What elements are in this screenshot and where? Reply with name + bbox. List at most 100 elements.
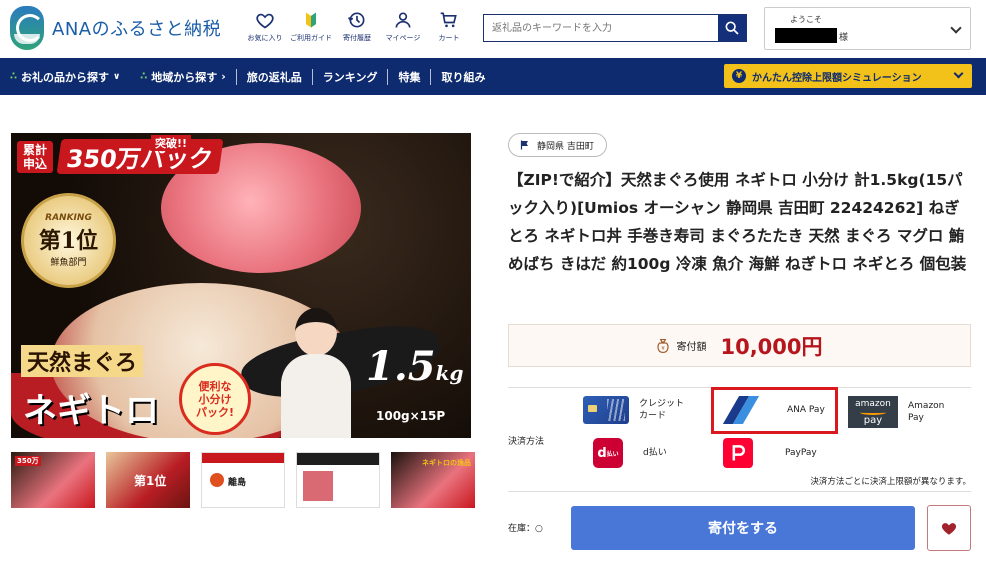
chevron-down-icon: ∨ — [112, 71, 121, 82]
svg-text:¥: ¥ — [662, 346, 666, 352]
heart-icon — [941, 523, 957, 535]
location-text: 静岡県 吉田町 — [537, 141, 594, 152]
history-icon — [347, 12, 365, 28]
ranking-badge: RANKING 第1位 鮮魚部門 — [21, 193, 116, 288]
credit-card-icon — [583, 396, 629, 424]
history-link[interactable]: 寄付履歴 — [334, 10, 380, 43]
natural-tuna-label: 天然まぐろ — [21, 345, 144, 377]
convenient-pack-badge: 便利な 小分け パック! — [179, 363, 251, 435]
mypage-link[interactable]: マイページ — [380, 10, 426, 43]
paypay-icon — [723, 438, 753, 468]
thumbnail-strip: 350万 第1位 離島 ネギトロの逸品 — [11, 452, 475, 508]
amazon-pay-wordmark: amazon — [855, 398, 891, 409]
payment-name: Amazon Pay — [908, 401, 945, 423]
nav-divider — [430, 68, 432, 85]
payment-ana-pay[interactable]: ANA Pay — [722, 395, 825, 425]
search-bar — [483, 14, 747, 42]
nav-label: 地域から探す — [151, 70, 218, 84]
header-icons: お気に入り ご利用ガイド 寄付履歴 マイページ カート — [242, 10, 472, 43]
search-input[interactable] — [484, 15, 718, 41]
location-badge[interactable]: 静岡県 吉田町 — [508, 133, 607, 157]
username-redacted — [775, 28, 837, 43]
site-logo[interactable]: ANAのふるさと納税 — [10, 6, 221, 50]
payment-methods: 決済方法 クレジット カード ANA Pay amazon pay Amazon… — [508, 387, 971, 492]
person-body — [281, 354, 351, 438]
header: ANAのふるさと納税 お気に入り ご利用ガイド 寄付履歴 マイページ カート 返… — [0, 0, 986, 58]
donation-amount-box: ¥ 寄付額 10,000円 — [508, 324, 971, 367]
search-icon — [725, 21, 739, 35]
nav-browse-by-gift[interactable]: ∴ お礼の品から探す ∨ — [0, 58, 130, 95]
thumbnail-label: 350万 — [15, 456, 41, 466]
nav-travel[interactable]: 旅の返礼品 — [237, 58, 312, 95]
chevron-down-icon — [950, 22, 962, 34]
payment-credit-card[interactable]: クレジット カード — [583, 396, 684, 424]
payment-label: 決済方法 — [508, 437, 545, 447]
guide-icon — [306, 12, 316, 28]
product-title: 【ZIP!で紹介】天然まぐろ使用 ネギトロ 小分け 計1.5kg(15パック入り… — [508, 171, 967, 273]
weight-label: 1.5kg — [366, 343, 463, 390]
search-button[interactable] — [718, 15, 746, 41]
category-dots-icon: ∴ — [10, 71, 17, 82]
thumbnail[interactable]: 350万 — [11, 452, 95, 508]
cart-link[interactable]: カート — [426, 10, 472, 43]
payment-name: d払い — [643, 448, 667, 458]
thumbnail[interactable] — [296, 452, 380, 508]
payment-d-pay[interactable]: d 払い d払い — [593, 438, 667, 468]
yen-icon: ¥ — [732, 69, 746, 83]
nav-label: 取り組み — [441, 70, 486, 84]
add-favorite-button[interactable] — [927, 505, 971, 551]
mypage-label: マイページ — [385, 34, 421, 42]
product-main-image[interactable]: 累計 申込 350万パック 突破!! RANKING 第1位 鮮魚部門 天然まぐ… — [11, 133, 471, 438]
stock-label: 在庫： — [508, 524, 536, 534]
chevron-right-icon: › — [221, 70, 226, 83]
ranking-rank: 第1位 — [38, 228, 99, 254]
nav-features[interactable]: 特集 — [388, 58, 430, 95]
ranking-category: 鮮魚部門 — [50, 258, 87, 268]
d-pay-icon: d 払い — [593, 438, 623, 468]
person-head — [295, 308, 337, 356]
category-dots-icon: ∴ — [140, 71, 148, 82]
thumbnail[interactable]: 第1位 — [106, 452, 190, 508]
payment-amazon-pay[interactable]: amazon pay Amazon Pay — [848, 396, 944, 428]
nav-ranking[interactable]: ランキング — [313, 58, 388, 95]
logo-mark-icon — [10, 6, 44, 50]
donation-label: 寄付額 — [676, 342, 707, 353]
user-icon — [395, 12, 411, 28]
payment-paypay[interactable]: PayPay — [723, 438, 817, 468]
nav-initiatives[interactable]: 取り組み — [431, 58, 495, 95]
stock-status: 在庫：○ — [508, 521, 543, 534]
banner-tag: 突破!! — [151, 135, 192, 151]
thumbnail-header-bar — [202, 453, 284, 463]
thumbnail-photo — [303, 471, 333, 501]
honorific-text: 様 — [839, 33, 849, 43]
logo-text: ANAのふるさと納税 — [52, 19, 222, 40]
main-nav: ∴ お礼の品から探す ∨ ∴ 地域から探す › 旅の返礼品 ランキング 特集 取… — [0, 58, 986, 95]
welcome-text: ようこそ — [790, 15, 822, 24]
favorites-link[interactable]: お気に入り — [242, 10, 288, 43]
stock-value: ○ — [535, 524, 543, 534]
thumbnail[interactable]: ネギトロの逸品 — [391, 452, 475, 508]
guide-label: ご利用ガイド — [290, 34, 332, 42]
model-person — [281, 308, 351, 438]
cumulative-label: 累計 申込 — [17, 141, 54, 173]
amazon-pay-wordmark: pay — [863, 414, 883, 426]
account-dropdown[interactable]: ようこそ 様 — [764, 7, 971, 50]
weight-unit: kg — [435, 361, 464, 385]
nav-label: 旅の返礼品 — [246, 70, 302, 84]
nav-label: ランキング — [322, 70, 378, 84]
nav-label: 特集 — [398, 70, 421, 84]
thumbnail[interactable]: 離島 — [201, 452, 285, 508]
heart-icon — [256, 13, 274, 29]
nav-divider — [311, 68, 313, 85]
donate-button[interactable]: 寄付をする — [571, 506, 915, 550]
nav-browse-by-region[interactable]: ∴ 地域から探す › — [130, 58, 236, 95]
weight-detail: 100g×15P — [376, 409, 446, 423]
guide-link[interactable]: ご利用ガイド — [288, 10, 334, 43]
simulation-label: かんたん控除上限額シミュレーション — [752, 72, 922, 84]
nav-divider — [235, 68, 237, 85]
paypay-p-icon — [732, 445, 746, 461]
thumbnail-label: 第1位 — [134, 474, 167, 488]
deduction-simulation-button[interactable]: ¥ かんたん控除上限額シミュレーション — [724, 64, 972, 88]
donation-amount: 10,000円 — [720, 334, 823, 359]
cart-icon — [440, 12, 457, 28]
